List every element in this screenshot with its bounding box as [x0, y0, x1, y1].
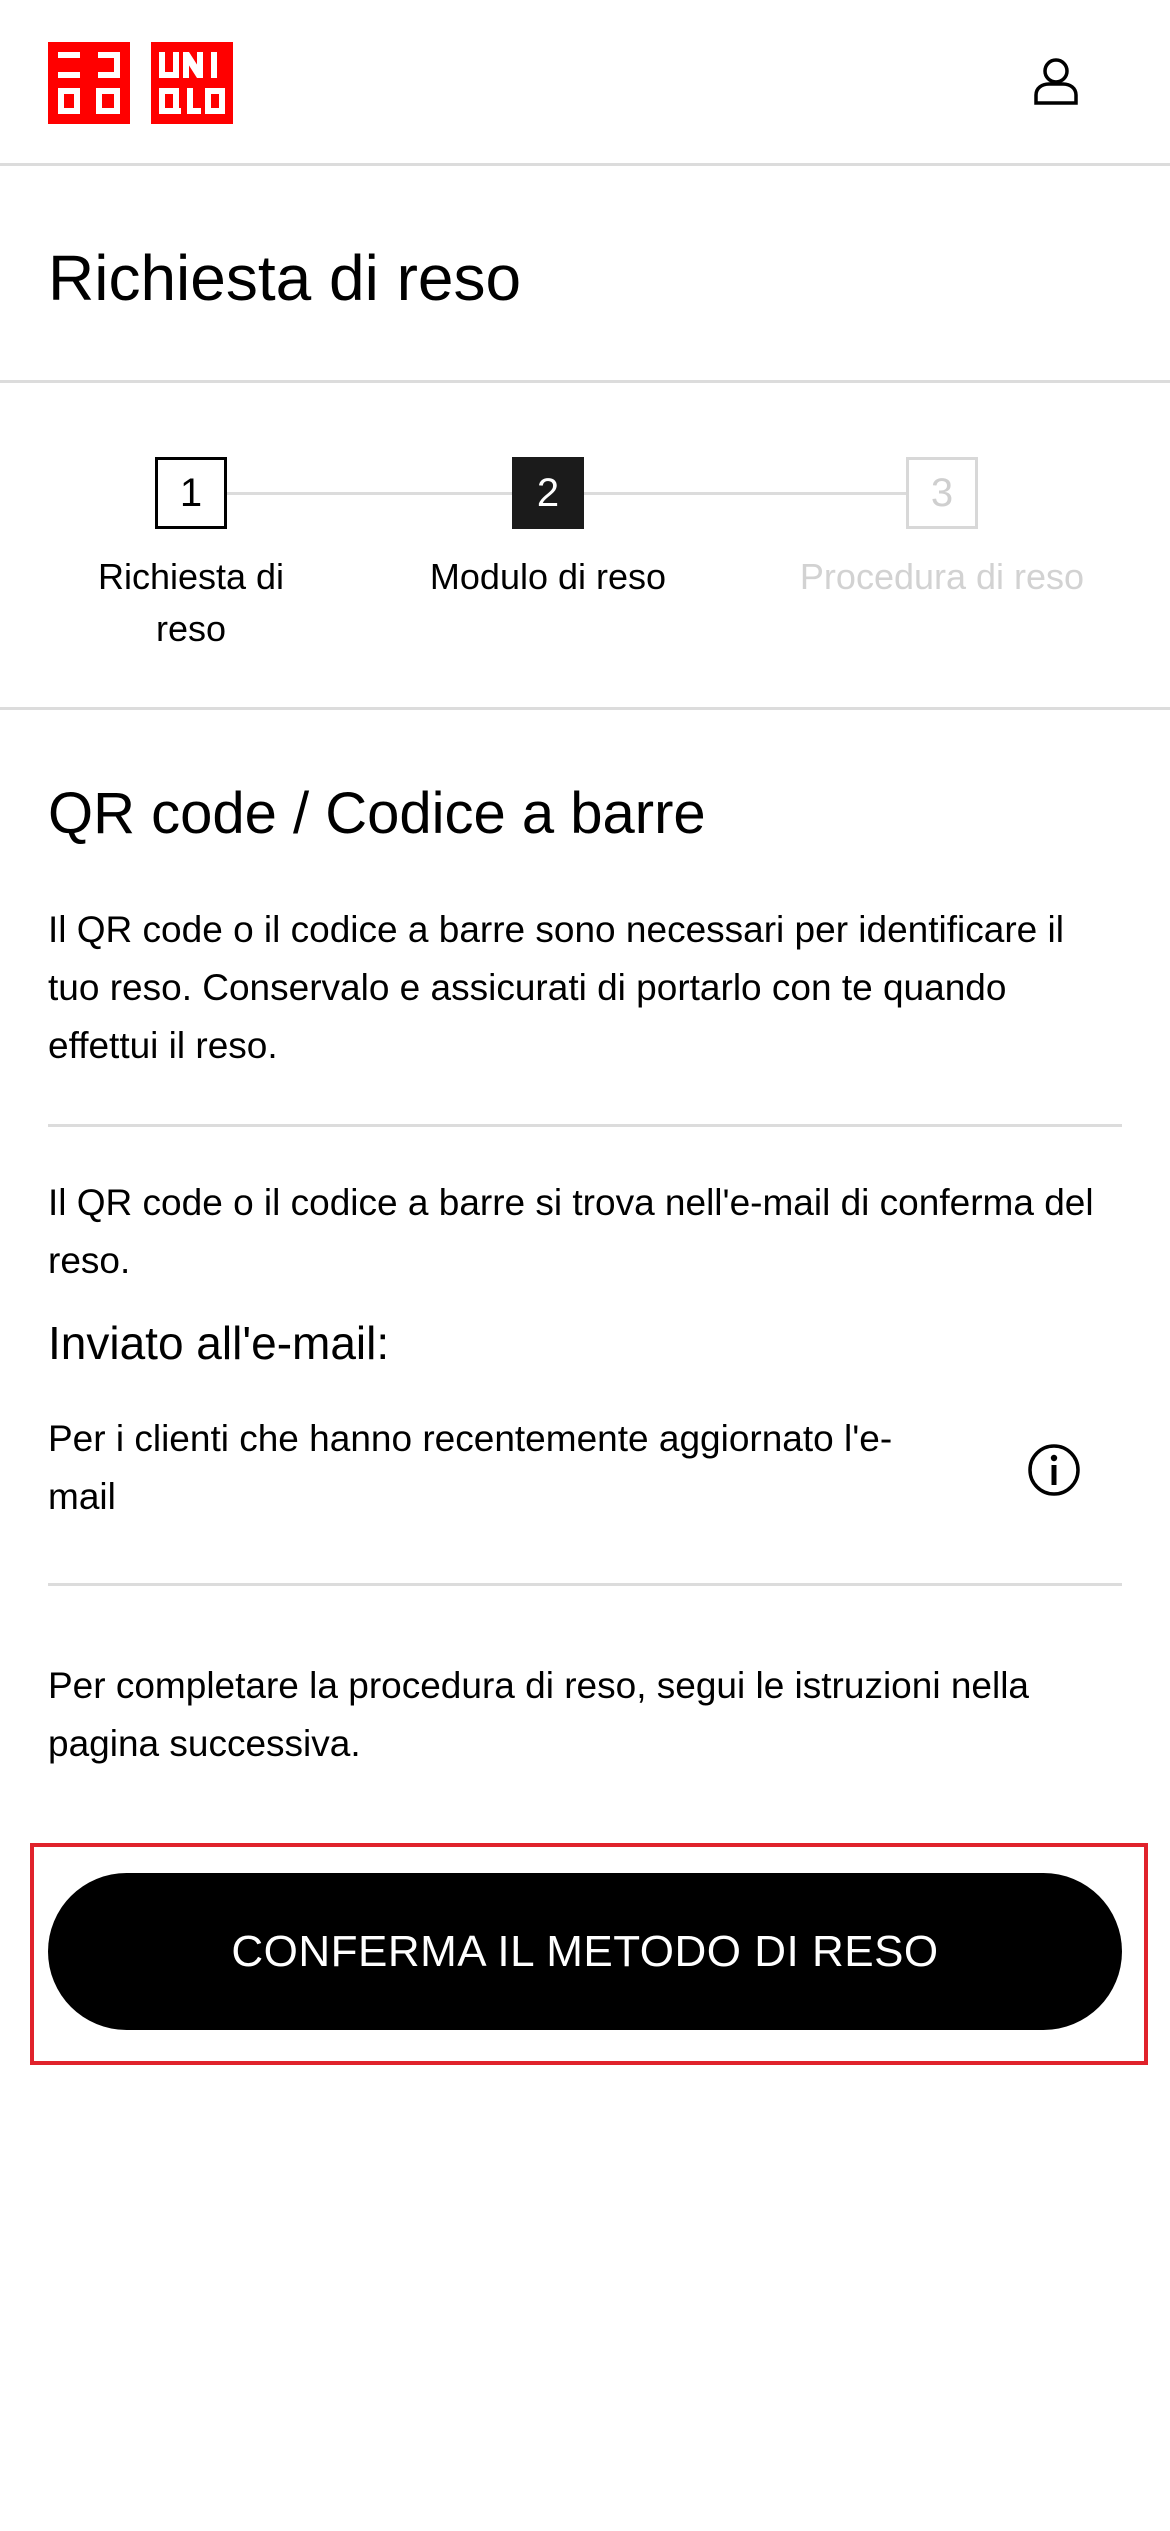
intro-text: Il QR code o il codice a barre sono nece… [48, 909, 1064, 1066]
divider [48, 1583, 1122, 1586]
step-3-label: Procedura di reso [799, 556, 1085, 597]
next-steps-text: Per completare la procedura di reso, seg… [48, 1665, 1030, 1764]
confirm-return-method-button[interactable]: CONFERMA IL METODO DI RESO [48, 1873, 1122, 2030]
sent-to-label: Inviato all'e-mail: [48, 1317, 390, 1369]
page-title: Richiesta di reso [48, 242, 522, 314]
return-request-page: Richiesta di reso 1 Richiesta di reso 2 … [0, 0, 1170, 2531]
step-connector [584, 492, 906, 495]
step-1-number: 1 [155, 457, 227, 529]
uniqlo-logo[interactable] [48, 42, 233, 124]
logo-latin-block [151, 42, 233, 124]
info-icon[interactable] [1027, 1443, 1081, 1497]
progress-stepper: 1 Richiesta di reso 2 Modulo di reso 3 P… [0, 383, 1170, 710]
step-2-number: 2 [512, 457, 584, 529]
step-3-number: 3 [906, 457, 978, 529]
section-title: QR code / Codice a barre [48, 781, 706, 846]
step-2-label: Modulo di reso [429, 556, 667, 597]
site-header [0, 0, 1170, 166]
recent-email-note: Per i clienti che hanno recentemente agg… [48, 1418, 893, 1517]
divider [48, 1124, 1122, 1127]
step-connector [226, 492, 513, 495]
logo-katakana-block [48, 42, 130, 124]
location-text: Il QR code o il codice a barre si trova … [48, 1182, 1094, 1281]
step-1-label: Richiesta di reso [97, 556, 285, 649]
user-icon[interactable] [1030, 55, 1082, 107]
page-title-row: Richiesta di reso [0, 166, 1170, 383]
